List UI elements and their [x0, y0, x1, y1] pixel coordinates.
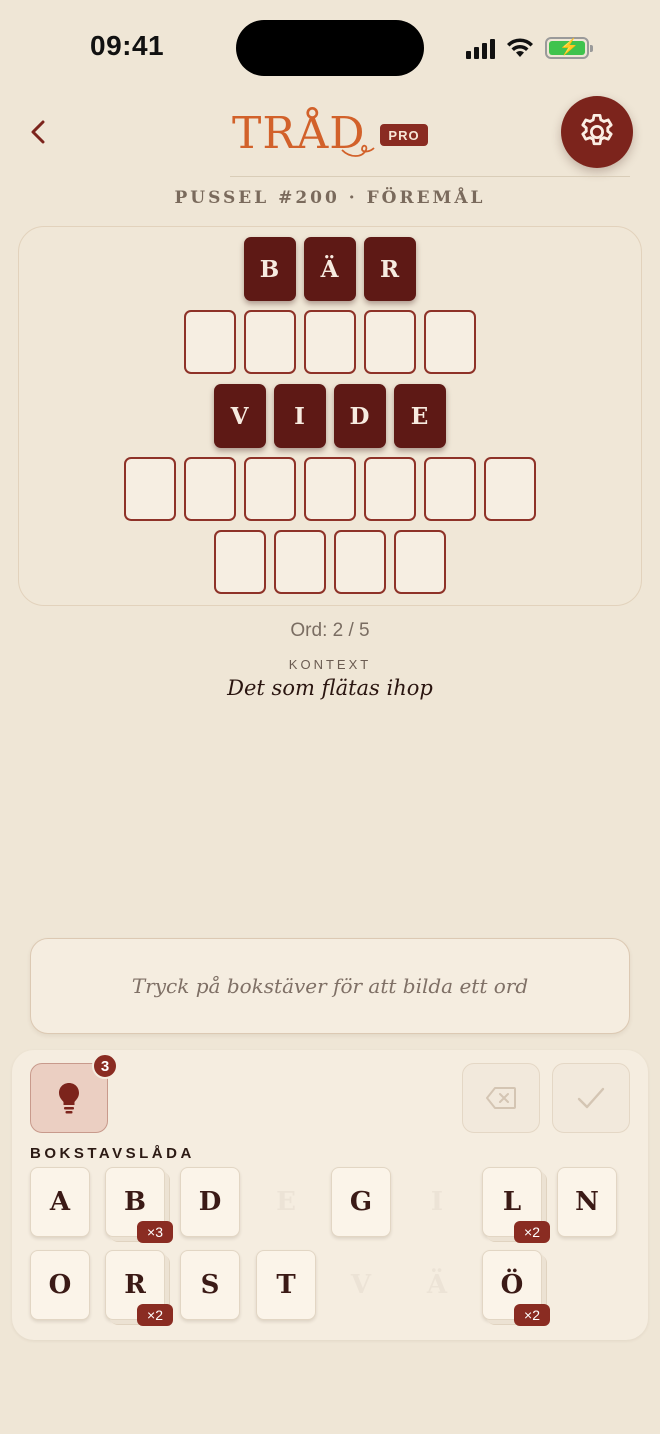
letter-count-badge: ×2: [514, 1221, 550, 1243]
word-input[interactable]: Tryck på bokstäver för att bilda ett ord: [30, 938, 630, 1034]
battery-icon: ⚡: [545, 37, 593, 59]
letter-key: Ä: [426, 1270, 448, 1300]
pro-badge: PRO: [380, 124, 428, 146]
empty-tile: [303, 457, 356, 521]
letter-tile: R: [363, 237, 416, 301]
letter-key: E: [276, 1187, 296, 1217]
logo-flourish-icon: [341, 144, 375, 157]
empty-tile: [363, 457, 416, 521]
chevron-left-icon: [31, 120, 45, 144]
empty-tile: [213, 530, 266, 594]
wifi-icon: [507, 38, 533, 57]
puzzle-board: BÄR VIDE: [18, 226, 642, 606]
gear-icon: [581, 113, 613, 146]
letter-tile: V: [213, 384, 266, 448]
empty-tile: [303, 310, 356, 374]
empty-tile: [483, 457, 536, 521]
letter-key[interactable]: A: [30, 1167, 90, 1237]
empty-tile: [333, 530, 386, 594]
status-icons: ⚡: [466, 34, 593, 62]
dynamic-island: [236, 20, 424, 76]
word-progress: Ord: 2 / 5: [290, 620, 370, 641]
empty-tile: [363, 310, 416, 374]
letter-tile: Ä: [303, 237, 356, 301]
empty-tile: [393, 530, 446, 594]
letter-tile: I: [273, 384, 326, 448]
letter-tile: E: [393, 384, 446, 448]
back-button[interactable]: [20, 112, 56, 152]
delete-button[interactable]: [462, 1063, 540, 1133]
submit-button[interactable]: [552, 1063, 630, 1133]
letter-key: V: [350, 1270, 372, 1300]
letter-key[interactable]: D: [180, 1167, 240, 1237]
empty-tile: [423, 310, 476, 374]
signal-icon: [466, 37, 495, 59]
empty-tile: [273, 530, 326, 594]
empty-tile: [243, 457, 296, 521]
empty-tile: [423, 457, 476, 521]
hint-count-badge: 3: [92, 1053, 118, 1079]
letter-key: I: [430, 1187, 444, 1217]
letter-key[interactable]: G: [331, 1167, 391, 1237]
empty-tile: [123, 457, 176, 521]
letter-tile: D: [333, 384, 386, 448]
lightbulb-icon: [59, 1083, 79, 1114]
tray-label: BOKSTAVSLÅDA: [30, 1145, 195, 1162]
letter-count-badge: ×2: [137, 1304, 173, 1326]
letter-key[interactable]: S: [180, 1250, 240, 1320]
empty-tile: [183, 457, 236, 521]
letter-count-badge: ×2: [514, 1304, 550, 1326]
checkmark-icon: [577, 1087, 605, 1109]
letter-key[interactable]: T: [256, 1250, 316, 1320]
settings-button[interactable]: [561, 96, 633, 168]
letter-key[interactable]: N: [557, 1167, 617, 1237]
context-clue: Det som flätas ihop: [227, 676, 433, 700]
empty-tile: [243, 310, 296, 374]
status-time: 09:41: [90, 30, 165, 61]
context-label: KONTEXT: [288, 657, 372, 672]
backspace-icon: [486, 1087, 516, 1109]
letter-count-badge: ×3: [137, 1221, 173, 1243]
header-divider: [230, 176, 630, 177]
puzzle-subtitle: PUSSEL #200 · FÖREMÅL: [174, 188, 486, 208]
letter-key[interactable]: O: [30, 1250, 90, 1320]
empty-tile: [183, 310, 236, 374]
letter-tile: B: [243, 237, 296, 301]
